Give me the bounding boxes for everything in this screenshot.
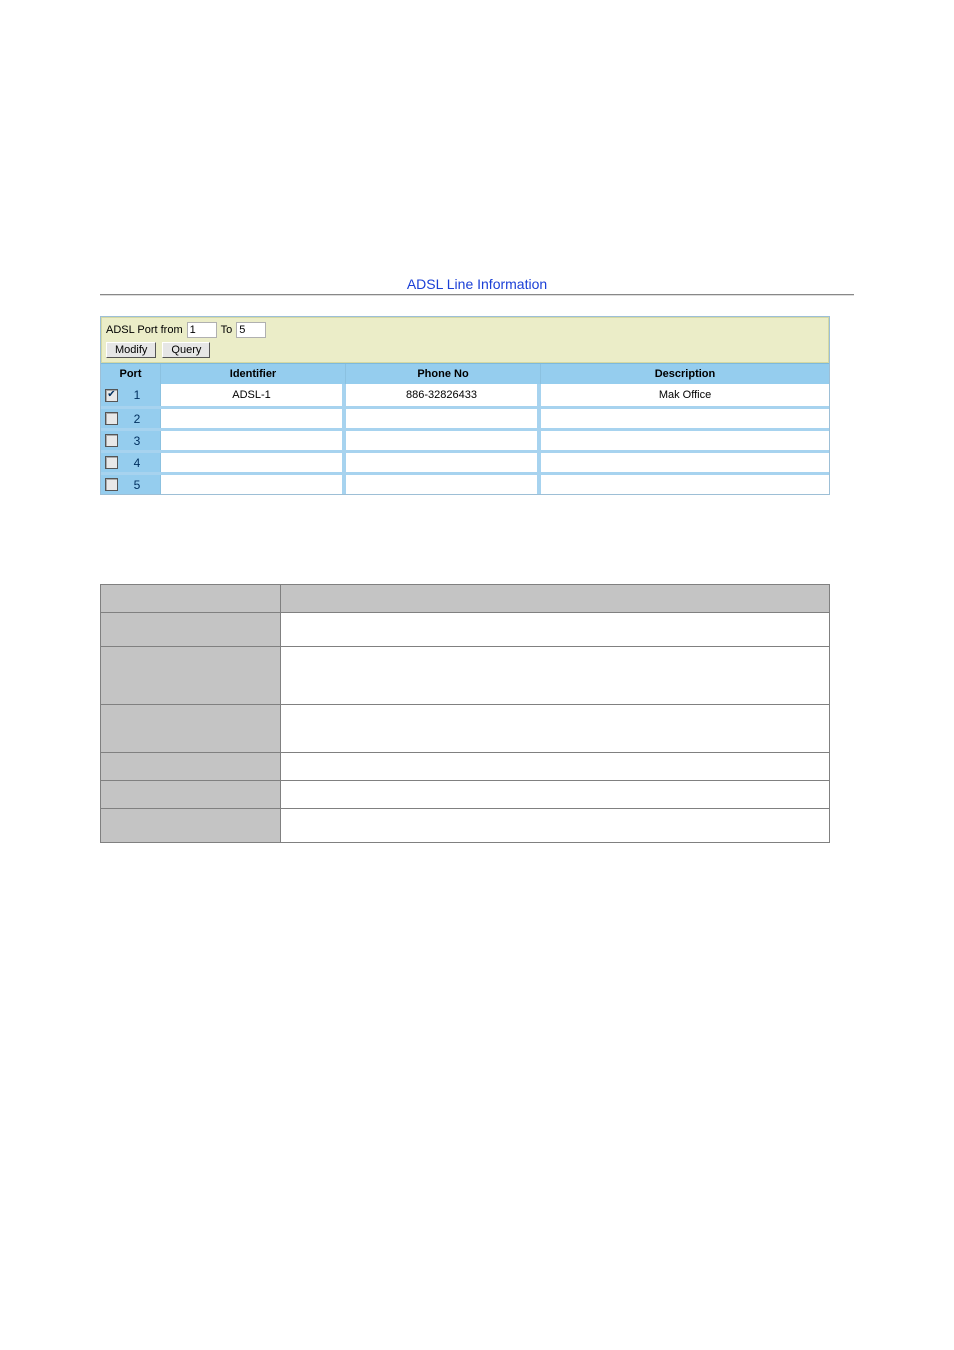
phone-cell[interactable] bbox=[346, 453, 541, 472]
adsl-line-panel: ADSL Port from To Modify Query Port Iden… bbox=[100, 316, 830, 495]
definition-row bbox=[101, 613, 830, 647]
col-header-phone: Phone No bbox=[346, 364, 541, 384]
port-cell: ✔1 bbox=[101, 384, 161, 406]
identifier-cell[interactable]: ADSL-1 bbox=[161, 384, 346, 406]
definition-label bbox=[101, 613, 281, 647]
table-row: ✔1ADSL-1886-32826433Mak Office bbox=[101, 384, 829, 406]
row-checkbox[interactable]: ✔ bbox=[105, 389, 118, 402]
definition-value bbox=[281, 647, 830, 705]
definition-row bbox=[101, 753, 830, 781]
page-title: ADSL Line Information bbox=[407, 276, 547, 292]
definition-value bbox=[281, 613, 830, 647]
definition-row bbox=[101, 647, 830, 705]
table-row: 5 bbox=[101, 472, 829, 494]
phone-cell[interactable] bbox=[346, 409, 541, 428]
definition-value bbox=[281, 705, 830, 753]
port-number: 3 bbox=[124, 434, 160, 448]
row-checkbox[interactable] bbox=[105, 434, 118, 447]
identifier-cell[interactable] bbox=[161, 409, 346, 428]
definition-row bbox=[101, 585, 830, 613]
definition-row bbox=[101, 809, 830, 843]
definition-label bbox=[101, 647, 281, 705]
definition-label bbox=[101, 809, 281, 843]
description-cell[interactable] bbox=[541, 431, 829, 450]
description-cell[interactable] bbox=[541, 409, 829, 428]
table-row: 3 bbox=[101, 428, 829, 450]
port-cell: 3 bbox=[101, 431, 161, 450]
filter-from-label: ADSL Port from bbox=[106, 324, 183, 336]
col-header-port: Port bbox=[101, 364, 161, 384]
definition-value bbox=[281, 585, 830, 613]
identifier-cell[interactable] bbox=[161, 431, 346, 450]
definition-row bbox=[101, 781, 830, 809]
row-checkbox[interactable] bbox=[105, 456, 118, 469]
definition-row bbox=[101, 705, 830, 753]
phone-cell[interactable] bbox=[346, 475, 541, 494]
phone-cell[interactable] bbox=[346, 431, 541, 450]
definition-label bbox=[101, 781, 281, 809]
port-number: 1 bbox=[124, 388, 160, 402]
port-cell: 2 bbox=[101, 409, 161, 428]
col-header-description: Description bbox=[541, 364, 829, 384]
row-checkbox[interactable] bbox=[105, 412, 118, 425]
definition-value bbox=[281, 753, 830, 781]
identifier-cell[interactable] bbox=[161, 453, 346, 472]
definition-value bbox=[281, 781, 830, 809]
row-checkbox[interactable] bbox=[105, 478, 118, 491]
definition-label bbox=[101, 753, 281, 781]
phone-cell[interactable]: 886-32826433 bbox=[346, 384, 541, 406]
description-cell[interactable] bbox=[541, 453, 829, 472]
col-header-identifier: Identifier bbox=[161, 364, 346, 384]
filter-bar: ADSL Port from To Modify Query bbox=[101, 317, 829, 363]
port-number: 4 bbox=[124, 456, 160, 470]
port-cell: 5 bbox=[101, 475, 161, 494]
definition-label bbox=[101, 705, 281, 753]
port-to-input[interactable] bbox=[236, 322, 266, 338]
table-header-row: Port Identifier Phone No Description bbox=[101, 363, 829, 384]
title-divider bbox=[100, 294, 854, 296]
query-button[interactable]: Query bbox=[162, 342, 210, 358]
definition-label bbox=[101, 585, 281, 613]
table-row: 2 bbox=[101, 406, 829, 428]
port-from-input[interactable] bbox=[187, 322, 217, 338]
description-cell[interactable]: Mak Office bbox=[541, 384, 829, 406]
filter-to-label: To bbox=[221, 324, 233, 336]
table-row: 4 bbox=[101, 450, 829, 472]
port-number: 5 bbox=[124, 478, 160, 492]
modify-button[interactable]: Modify bbox=[106, 342, 156, 358]
identifier-cell[interactable] bbox=[161, 475, 346, 494]
port-cell: 4 bbox=[101, 453, 161, 472]
definition-value bbox=[281, 809, 830, 843]
definition-table bbox=[100, 584, 830, 843]
port-number: 2 bbox=[124, 412, 160, 426]
description-cell[interactable] bbox=[541, 475, 829, 494]
